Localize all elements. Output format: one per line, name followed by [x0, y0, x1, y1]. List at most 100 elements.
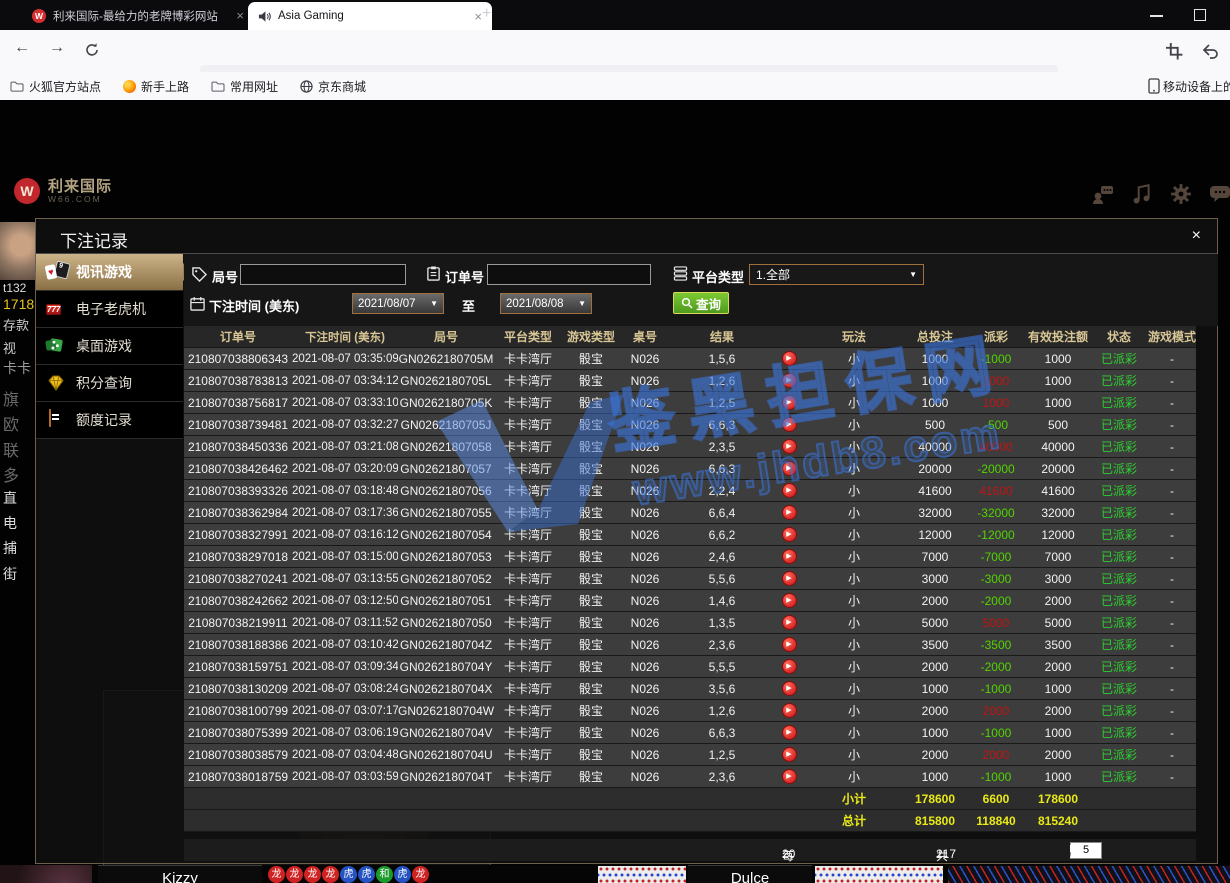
window-maximize-button[interactable]	[1194, 9, 1206, 21]
left-nav-fragment: 存款	[3, 315, 29, 334]
bookmark-item[interactable]: 火狐官方站点	[10, 78, 101, 95]
chat-bubble-icon[interactable]	[1209, 183, 1230, 205]
support-chat-icon[interactable]	[1092, 183, 1114, 205]
close-icon[interactable]: ×	[1192, 227, 1201, 245]
cell-round: GN02621807051	[398, 594, 494, 608]
tab-close-icon[interactable]: ×	[236, 8, 244, 23]
play-button[interactable]: ▶	[782, 593, 797, 608]
cell-game-mode: -	[1148, 770, 1196, 784]
query-button[interactable]: 查询	[673, 292, 729, 314]
cell-valid-bet: 1000	[1026, 374, 1090, 388]
play-button[interactable]: ▶	[782, 417, 797, 432]
col-header-platform: 平台类型	[494, 328, 562, 345]
cell-bet-time: 2021-08-07 03:12:50	[292, 595, 398, 607]
table-row: 2108070382199112021-08-07 03:11:52GN0262…	[184, 612, 1196, 634]
sidebar-item-1[interactable]: 9♥视讯游戏	[36, 254, 183, 291]
col-header-order: 订单号	[184, 328, 292, 345]
bookmark-mobile[interactable]: 移动设备上的	[1148, 72, 1230, 100]
screenshot-crop-icon[interactable]	[1166, 43, 1183, 60]
play-button[interactable]: ▶	[782, 351, 797, 366]
lobby-strip: Kizzy 龙龙龙龙虎虎和虎龙 Dulce	[0, 865, 1230, 883]
last-page-button[interactable]: ▶▶	[1070, 843, 1081, 854]
bead-road	[815, 866, 943, 883]
dealer-name-tile[interactable]: Dulce	[688, 865, 812, 883]
reload-button[interactable]	[84, 42, 100, 58]
cell-result: 6,6,3	[670, 462, 774, 476]
tab-asia-gaming[interactable]: Asia Gaming ×	[248, 2, 492, 30]
sidebar-item-3[interactable]: 桌面游戏	[36, 328, 183, 365]
cell-round: GN02621807058	[398, 440, 494, 454]
play-button[interactable]: ▶	[782, 769, 797, 784]
date-from-select[interactable]: 2021/08/07 ▼	[352, 293, 444, 314]
table-row: 2108070383933262021-08-07 03:18:48GN0262…	[184, 480, 1196, 502]
play-button[interactable]: ▶	[782, 659, 797, 674]
tab-lilai[interactable]: W 利来国际-最给力的老牌博彩网站 ×	[24, 3, 252, 28]
cell-result: 5,5,5	[670, 660, 774, 674]
left-nav-fragment: 联	[3, 437, 19, 461]
left-nav-fragment: 卡卡	[3, 358, 31, 378]
cell-payout: 40000	[966, 440, 1026, 454]
tab-close-icon[interactable]: ×	[474, 9, 482, 24]
cell-table-no: N026	[620, 770, 670, 784]
cell-play: ▶	[774, 615, 804, 630]
cell-valid-bet: 3500	[1026, 638, 1090, 652]
cell-order: 210807038075399	[184, 726, 292, 740]
cell-valid-bet: 12000	[1026, 528, 1090, 542]
play-button[interactable]: ▶	[782, 725, 797, 740]
cell-round: GN0262180704V	[398, 726, 494, 740]
cell-method: 小	[804, 526, 904, 543]
cell-game-mode: -	[1148, 726, 1196, 740]
cell-status: 已派彩	[1090, 680, 1148, 697]
play-button[interactable]: ▶	[782, 637, 797, 652]
cell-method: 小	[804, 702, 904, 719]
cell-game-mode: -	[1148, 462, 1196, 476]
bookmark-item[interactable]: 京东商城	[300, 78, 366, 95]
platform-select[interactable]: 1.全部 ▼	[749, 264, 924, 285]
play-button[interactable]: ▶	[782, 615, 797, 630]
play-button[interactable]: ▶	[782, 483, 797, 498]
road-cell: 龙	[322, 866, 339, 883]
cell-game-type: 骰宝	[562, 614, 620, 631]
cell-order: 210807038806343	[184, 352, 292, 366]
forward-button[interactable]: →	[49, 39, 65, 57]
cell-game-mode: -	[1148, 748, 1196, 762]
cell-method: 小	[804, 438, 904, 455]
music-icon[interactable]	[1131, 183, 1153, 205]
cell-game-mode: -	[1148, 660, 1196, 674]
new-tab-button[interactable]: +	[482, 5, 491, 23]
play-button[interactable]: ▶	[782, 373, 797, 388]
play-button[interactable]: ▶	[782, 747, 797, 762]
sidebar-item-5[interactable]: 额度记录	[36, 402, 183, 439]
undo-arrow-icon[interactable]	[1202, 44, 1219, 59]
bookmark-item[interactable]: 常用网址	[211, 78, 278, 95]
sidebar-item-4[interactable]: 积分查询	[36, 365, 183, 402]
date-to-select[interactable]: 2021/08/08 ▼	[500, 293, 592, 314]
cell-table-no: N026	[620, 594, 670, 608]
play-button[interactable]: ▶	[782, 439, 797, 454]
play-button[interactable]: ▶	[782, 505, 797, 520]
play-button[interactable]: ▶	[782, 549, 797, 564]
play-button[interactable]: ▶	[782, 571, 797, 586]
bookmark-label: 新手上路	[141, 78, 189, 95]
play-button[interactable]: ▶	[782, 461, 797, 476]
cell-method: 小	[804, 746, 904, 763]
play-button[interactable]: ▶	[782, 395, 797, 410]
window-minimize-button[interactable]	[1150, 15, 1163, 17]
bookmark-label: 火狐官方站点	[29, 78, 101, 95]
sidebar-item-2[interactable]: 777电子老虎机	[36, 291, 183, 328]
speaker-icon	[258, 10, 271, 23]
back-button[interactable]: ←	[14, 39, 30, 57]
round-input[interactable]	[240, 264, 406, 285]
col-header-game-mode: 游戏模式	[1148, 328, 1196, 345]
gear-icon[interactable]	[1170, 183, 1192, 205]
bookmark-item[interactable]: 新手上路	[123, 78, 189, 95]
cell-platform: 卡卡湾厅	[494, 548, 562, 565]
dealer-name-tile[interactable]: Kizzy	[98, 865, 262, 883]
cell-play: ▶	[774, 527, 804, 542]
order-input[interactable]	[487, 264, 651, 285]
play-button[interactable]: ▶	[782, 703, 797, 718]
cell-order: 210807038783813	[184, 374, 292, 388]
play-button[interactable]: ▶	[782, 527, 797, 542]
play-button[interactable]: ▶	[782, 681, 797, 696]
bet-time-label: 下注时间 (美东)	[209, 296, 299, 315]
